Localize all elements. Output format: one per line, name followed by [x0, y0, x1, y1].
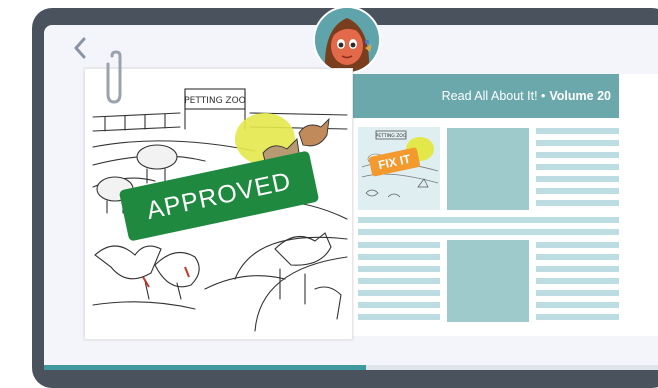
sign-text: PETTING ZOO	[184, 96, 246, 106]
image-placeholder	[447, 128, 529, 210]
paperclip-icon	[106, 50, 122, 104]
newspaper-title: Read All About It! •	[441, 89, 546, 103]
text-line	[536, 188, 619, 194]
girl-avatar-icon	[315, 8, 379, 72]
text-line	[536, 176, 619, 182]
text-line	[358, 278, 440, 284]
text-line	[536, 302, 619, 308]
text-line	[536, 128, 619, 134]
text-line	[358, 266, 440, 272]
text-line	[536, 200, 619, 206]
text-line	[536, 290, 619, 296]
chevron-left-icon	[74, 37, 86, 59]
avatar	[313, 6, 381, 74]
text-line	[536, 242, 619, 248]
text-line	[536, 164, 619, 170]
text-line	[358, 217, 619, 223]
text-line	[536, 278, 619, 284]
text-line	[536, 314, 619, 320]
text-line	[536, 254, 619, 260]
volume-label: Volume 20	[549, 89, 611, 103]
text-line	[358, 314, 440, 320]
thumbnail-sign-text: PETTING ZOO	[376, 133, 407, 139]
newspaper-header: Read All About It! • Volume 20	[346, 74, 619, 118]
text-line	[536, 266, 619, 272]
text-line	[358, 254, 440, 260]
text-line	[358, 229, 619, 235]
progress-bar	[44, 365, 658, 370]
image-placeholder	[447, 240, 529, 322]
progress-fill	[44, 365, 367, 370]
back-button[interactable]	[68, 36, 92, 60]
text-line	[536, 140, 619, 146]
text-line	[358, 302, 440, 308]
text-line	[358, 290, 440, 296]
text-line	[358, 242, 440, 248]
text-line	[536, 152, 619, 158]
